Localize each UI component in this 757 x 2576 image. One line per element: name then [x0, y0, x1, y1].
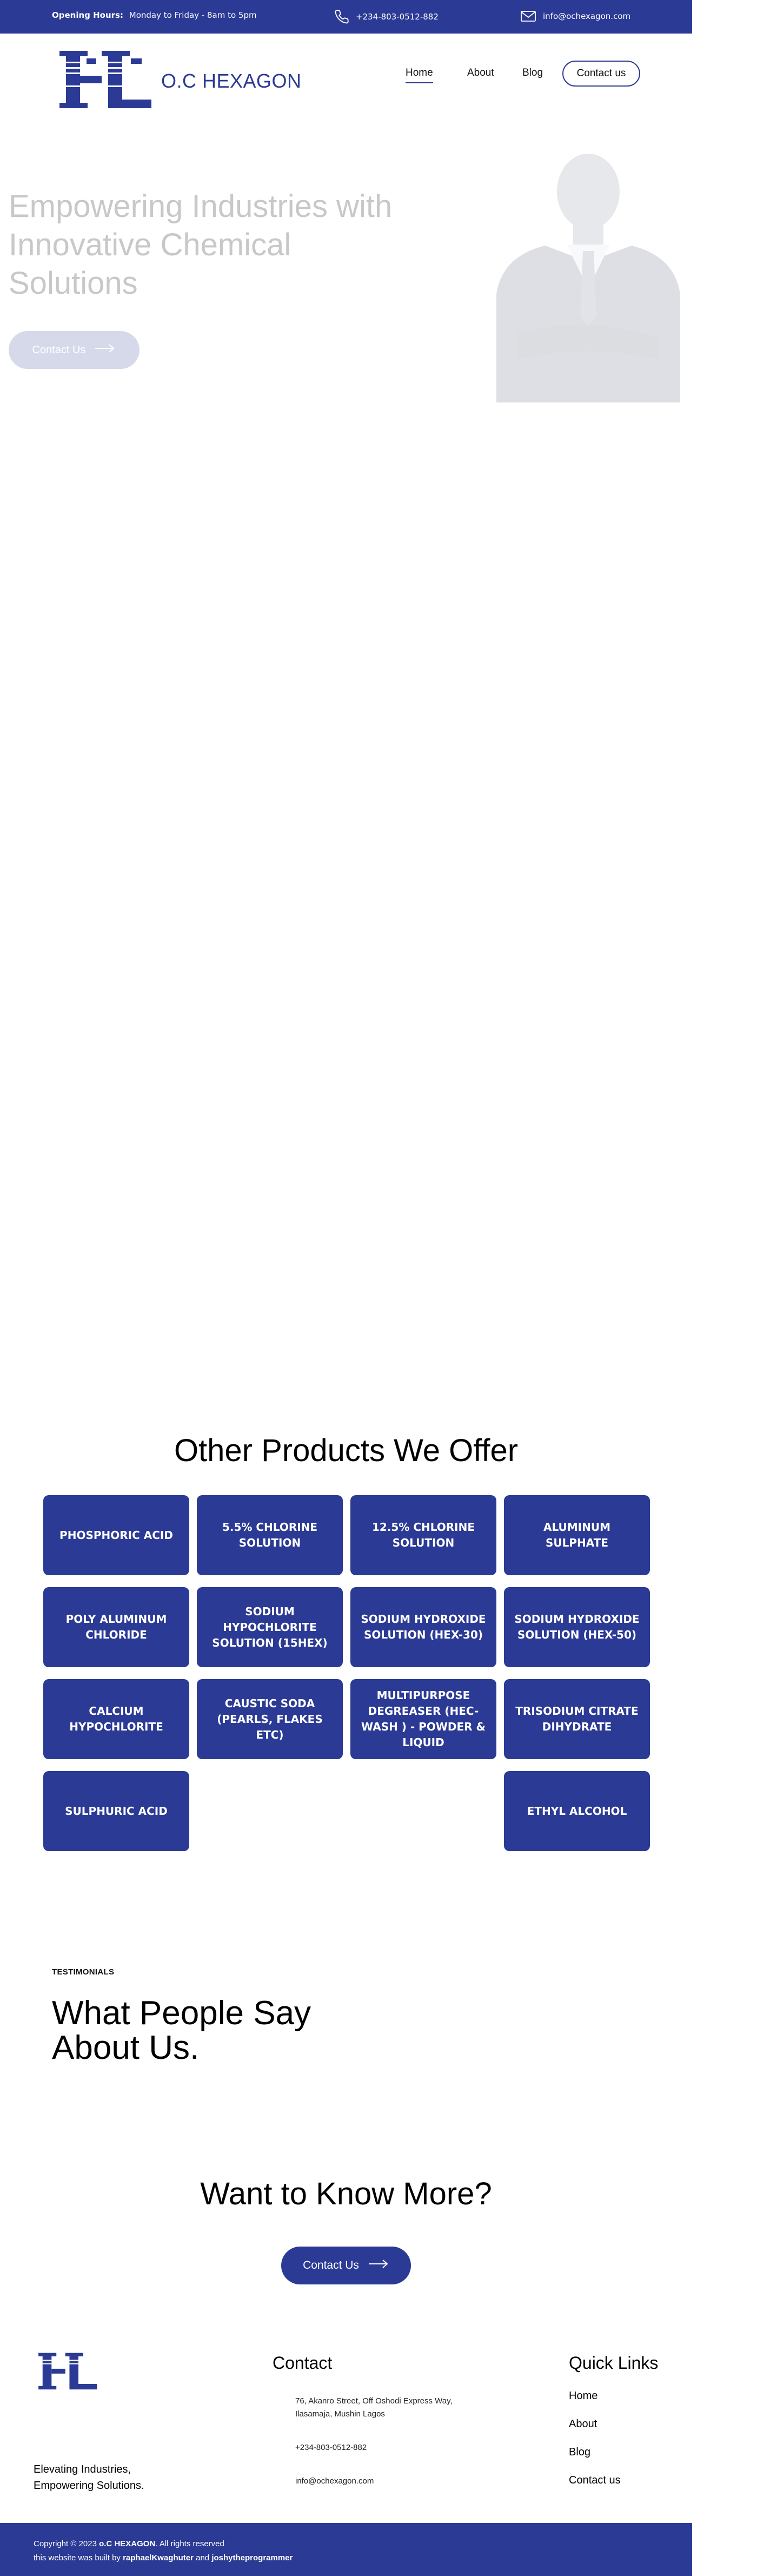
top-info-bar: Opening Hours: Monday to Friday - 8am to…: [0, 0, 692, 34]
copyright-bar: Copyright © 2023 o.C HEXAGON. All rights…: [0, 2523, 692, 2576]
product-card[interactable]: SODIUM HYDROXIDE SOLUTION (HEX-30): [350, 1587, 496, 1667]
footer-link-contact[interactable]: Contact us: [569, 2474, 621, 2487]
footer-tagline-line1: Elevating Industries,: [34, 2463, 131, 2475]
cta-title: Want to Know More?: [200, 2176, 492, 2211]
product-card[interactable]: ETHYL ALCOHOL: [504, 1771, 650, 1851]
brand-logo[interactable]: O.C HEXAGON: [55, 50, 302, 113]
topbar-email[interactable]: info@ochexagon.com: [520, 9, 630, 23]
product-card[interactable]: SULPHURIC ACID: [43, 1771, 189, 1851]
credits-prefix: this website was built by: [34, 2553, 121, 2562]
footer-contact-title: Contact: [273, 2353, 333, 2373]
product-card[interactable]: CALCIUM HYPOCHLORITE: [43, 1679, 189, 1759]
product-card[interactable]: CAUSTIC SODA (PEARLS, FLAKES ETC): [197, 1679, 343, 1759]
footer-address: 76, Akanro Street, Off Oshodi Express Wa…: [295, 2396, 453, 2419]
arrow-right-icon: [94, 344, 116, 356]
testimonials-title: What People Say About Us.: [52, 1994, 311, 2066]
brand-name: O.C HEXAGON: [161, 70, 302, 92]
credits-author-2[interactable]: joshytheprogrammer: [211, 2553, 293, 2562]
products-title: Other Products We Offer: [174, 1433, 519, 1468]
page: Opening Hours: Monday to Friday - 8am to…: [0, 0, 692, 2576]
footer-links-title: Quick Links: [569, 2353, 659, 2373]
topbar-phone-number: +234-803-0512-882: [356, 12, 439, 22]
copyright-prefix: Copyright © 2023: [34, 2539, 97, 2548]
copyright-line: Copyright © 2023 o.C HEXAGON. All rights…: [34, 2539, 224, 2548]
nav-blog[interactable]: Blog: [522, 67, 543, 79]
product-card[interactable]: PHOSPHORIC ACID: [43, 1495, 189, 1575]
hero-contact-button[interactable]: Contact Us: [9, 331, 140, 369]
product-card[interactable]: 12.5% CHLORINE SOLUTION: [350, 1495, 496, 1575]
product-card[interactable]: ALUMINUM SULPHATE: [504, 1495, 650, 1575]
footer-email[interactable]: info@ochexagon.com: [295, 2476, 374, 2486]
credits-author-1[interactable]: raphaelKwaghuter: [123, 2553, 194, 2562]
nav-home[interactable]: Home: [406, 67, 433, 83]
opening-hours: Opening Hours: Monday to Friday - 8am to…: [52, 10, 257, 20]
phone-icon: [334, 9, 349, 24]
credits-and: and: [196, 2553, 210, 2562]
nav-contact-button[interactable]: Contact us: [562, 61, 640, 87]
footer-link-about[interactable]: About: [569, 2418, 597, 2430]
copyright-brand: o.C HEXAGON: [99, 2539, 156, 2548]
arrow-right-icon: [368, 2259, 389, 2272]
footer-link-blog[interactable]: Blog: [569, 2446, 590, 2459]
hero-contact-label: Contact Us: [32, 344, 86, 356]
product-card[interactable]: MULTIPURPOSE DEGREASER (HEC-WASH ) - POW…: [350, 1679, 496, 1759]
nav-about[interactable]: About: [467, 67, 494, 79]
product-card[interactable]: SODIUM HYDROXIDE SOLUTION (HEX-50): [504, 1587, 650, 1667]
mail-icon: [520, 9, 536, 23]
credits-line: this website was built by raphaelKwaghut…: [34, 2553, 293, 2562]
copyright-suffix: . All rights reserved: [155, 2539, 224, 2548]
site-header: O.C HEXAGON Home About Blog Contact us: [0, 34, 692, 108]
footer-link-home[interactable]: Home: [569, 2390, 597, 2402]
hexagon-logo-icon: [55, 50, 154, 113]
product-card[interactable]: SODIUM HYPOCHLORITE SOLUTION (15HEX): [197, 1587, 343, 1667]
footer-tagline-line2: Empowering Solutions.: [34, 2480, 144, 2492]
footer-tagline: Elevating Industries, Empowering Solutio…: [34, 2461, 144, 2494]
hexagon-logo-icon: [36, 2353, 98, 2393]
cta-contact-button[interactable]: Contact Us: [281, 2247, 411, 2284]
cta-contact-label: Contact Us: [303, 2259, 359, 2271]
footer-phone[interactable]: +234-803-0512-882: [295, 2443, 367, 2452]
opening-hours-label: Opening Hours:: [52, 10, 123, 20]
product-card[interactable]: POLY ALUMINUM CHLORIDE: [43, 1587, 189, 1667]
topbar-phone[interactable]: +234-803-0512-882: [334, 9, 439, 24]
topbar-email-address: info@ochexagon.com: [543, 11, 631, 21]
product-card[interactable]: TRISODIUM CITRATE DIHYDRATE: [504, 1679, 650, 1759]
opening-hours-value: Monday to Friday - 8am to 5pm: [129, 10, 257, 20]
hero-person-image: [486, 154, 691, 402]
product-card[interactable]: 5.5% CHLORINE SOLUTION: [197, 1495, 343, 1575]
testimonials-eyebrow: TESTIMONIALS: [52, 1967, 115, 1977]
hero-title: Empowering Industries with Innovative Ch…: [9, 189, 393, 301]
footer-logo[interactable]: [36, 2352, 98, 2393]
